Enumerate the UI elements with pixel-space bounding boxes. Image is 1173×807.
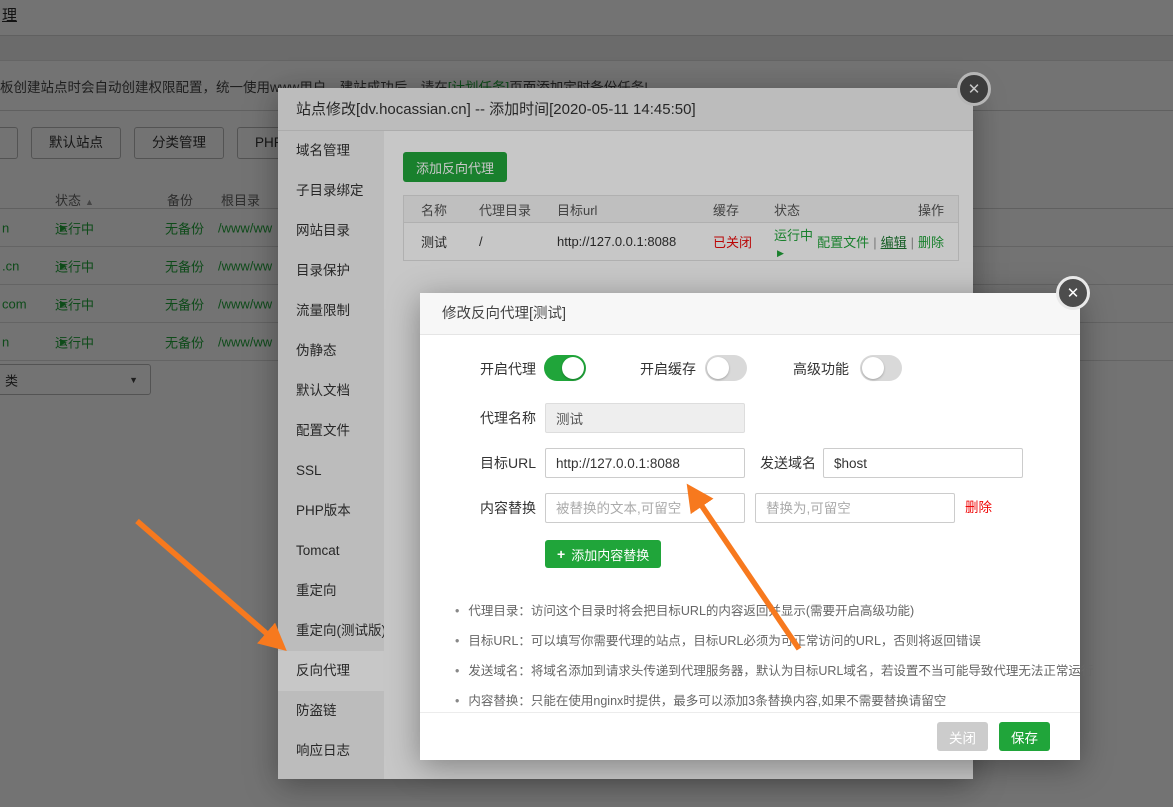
edit-proxy-close-icon[interactable]: ✕ [1056, 276, 1090, 310]
tip-item: •内容替换：只能在使用nginx时提供，最多可以添加3条替换内容,如果不需要替换… [455, 690, 1093, 709]
tips-list: •代理目录：访问这个目录时将会把目标URL的内容返回并显示(需要开启高级功能) … [455, 600, 1093, 720]
tip-item: •目标URL：可以填写你需要代理的站点，目标URL必须为可正常访问的URL，否则… [455, 630, 1093, 649]
edit-proxy-title: 修改反向代理[测试] [420, 293, 1080, 335]
enable-proxy-toggle[interactable] [544, 355, 586, 381]
save-button[interactable]: 保存 [999, 722, 1050, 751]
target-url-label: 目标URL [480, 448, 536, 478]
bullet-icon: • [455, 694, 459, 708]
toggle-knob [707, 357, 729, 379]
proxy-name-label: 代理名称 [480, 403, 536, 433]
target-url-input[interactable] [545, 448, 745, 478]
close-button[interactable]: 关闭 [937, 722, 988, 751]
add-content-replace-button[interactable]: + 添加内容替换 [545, 540, 661, 568]
send-domain-input[interactable] [823, 448, 1023, 478]
edit-proxy-modal: 修改反向代理[测试] ✕ 开启代理 开启缓存 高级功能 代理名称 目标URL 发… [420, 293, 1080, 760]
enable-cache-label: 开启缓存 [640, 354, 696, 384]
add-content-replace-label: 添加内容替换 [571, 545, 649, 564]
advanced-label: 高级功能 [793, 354, 849, 384]
delete-replace-link[interactable]: 删除 [965, 493, 992, 523]
content-replace-label: 内容替换 [480, 493, 536, 523]
proxy-name-input [545, 403, 745, 433]
bullet-icon: • [455, 604, 459, 618]
edit-proxy-footer: 关闭 保存 [420, 712, 1080, 760]
tip-item: •发送域名：将域名添加到请求头传递到代理服务器，默认为目标URL域名，若设置不当… [455, 660, 1093, 679]
replace-from-input[interactable] [545, 493, 745, 523]
screen: 理 板创建站点时会自动创建权限配置，统一使用www用户，建站成功后，请在[计划任… [0, 0, 1173, 807]
enable-proxy-label: 开启代理 [480, 354, 536, 384]
toggle-knob [862, 357, 884, 379]
advanced-toggle[interactable] [860, 355, 902, 381]
send-domain-label: 发送域名 [760, 448, 816, 478]
bullet-icon: • [455, 634, 459, 648]
tip-item: •代理目录：访问这个目录时将会把目标URL的内容返回并显示(需要开启高级功能) [455, 600, 1093, 619]
toggle-knob [562, 357, 584, 379]
plus-icon: + [557, 546, 565, 562]
edit-proxy-header: 修改反向代理[测试] [420, 293, 1080, 335]
enable-cache-toggle[interactable] [705, 355, 747, 381]
bullet-icon: • [455, 664, 459, 678]
replace-to-input[interactable] [755, 493, 955, 523]
